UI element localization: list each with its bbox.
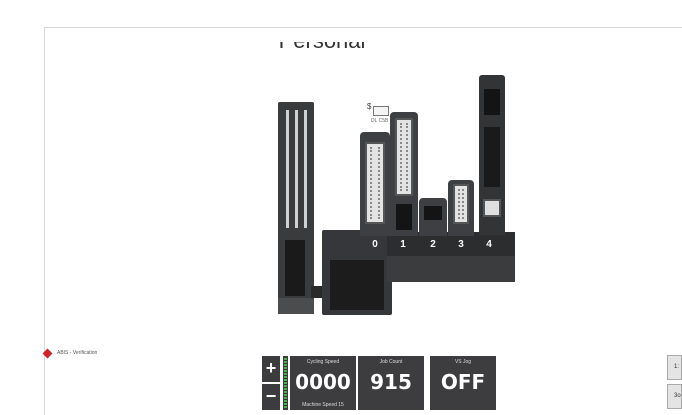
cycling-speed-value: 0000: [295, 370, 351, 394]
speed-level-fill: [284, 358, 287, 408]
cycling-speed-caption: Cycling Speed: [306, 359, 340, 365]
status-label: ABIS - Verification: [57, 350, 98, 356]
stacker-rail: [286, 110, 289, 228]
feeder-1[interactable]: [390, 112, 418, 236]
increase-speed-button[interactable]: +: [262, 356, 280, 382]
stacker-foot: [278, 298, 314, 314]
feeder-4-window-mid: [484, 127, 500, 187]
edge-button[interactable]: 1:: [667, 355, 682, 380]
stacker-window: [285, 240, 305, 296]
currency-symbol: $: [367, 102, 372, 111]
speed-level-bar: [283, 356, 288, 410]
job-count-value: 915: [370, 370, 412, 394]
feeder-1-slot: [395, 118, 413, 196]
decrease-speed-button[interactable]: −: [262, 384, 280, 410]
feeder-3-slot: [453, 184, 469, 224]
feeder-2[interactable]: [419, 198, 447, 236]
package-label: DL C5B: [371, 118, 389, 124]
speed-stepper: + −: [262, 356, 280, 410]
vs-jog-caption: VS Jog: [454, 359, 472, 365]
output-stacker[interactable]: [278, 102, 314, 314]
stacker-rail: [295, 110, 298, 228]
feeder-2-window: [424, 206, 442, 220]
feeder-4[interactable]: [479, 75, 505, 235]
edge-button[interactable]: 3o: [667, 384, 682, 409]
feeder-4-slot: [483, 199, 501, 217]
feeder-number: 2: [430, 239, 436, 250]
envelope-shape: [373, 106, 389, 116]
main-module-window: [330, 260, 384, 310]
envelope-icon[interactable]: $ DL C5B: [367, 102, 393, 124]
status-indicator: ABIS - Verification: [42, 347, 98, 359]
feeder-4-window-top: [484, 89, 500, 115]
feeder-0-slot: [365, 142, 385, 224]
feeder-number: 0: [372, 239, 378, 250]
machine-speed-label: Machine Speed 15: [302, 402, 344, 408]
feeder-base-lower: [387, 256, 515, 282]
job-count-panel[interactable]: Job Count 915: [358, 356, 424, 410]
feeder-1-window: [396, 204, 412, 230]
machine-diagram: 0 1 2 3 4 $ DL C5B: [0, 0, 682, 340]
feeder-number-row: 0 1 2 3 4: [369, 236, 509, 254]
feeder-0[interactable]: [360, 132, 390, 236]
feeder-number: 3: [458, 239, 464, 250]
feeder-number: 1: [400, 239, 406, 250]
status-diamond-icon: [42, 348, 53, 358]
stacker-rail: [304, 110, 307, 228]
feeder-3[interactable]: [448, 180, 474, 236]
vs-jog-panel[interactable]: VS Jog OFF: [430, 356, 496, 410]
vs-jog-value: OFF: [440, 370, 486, 394]
cycling-speed-panel[interactable]: Cycling Speed 0000 Machine Speed 15: [290, 356, 356, 410]
job-count-caption: Job Count: [379, 359, 403, 365]
feeder-number: 4: [486, 239, 492, 250]
